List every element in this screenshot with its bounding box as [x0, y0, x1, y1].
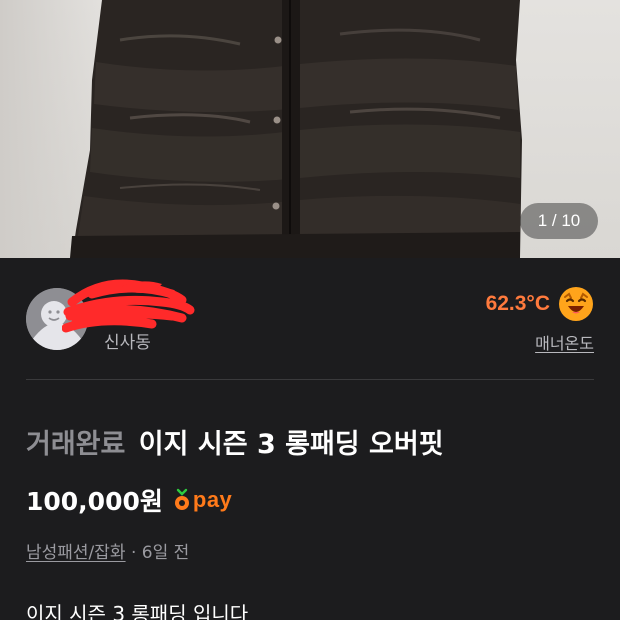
- smiling-face-icon: [559, 287, 593, 321]
- status-badge: 거래완료: [26, 429, 126, 460]
- divider: [26, 379, 594, 380]
- posted-time: 6일 전: [141, 543, 190, 563]
- manner-temperature[interactable]: 62.3°C 매너온도: [486, 286, 594, 354]
- manner-label-link[interactable]: 매너온도: [486, 330, 594, 354]
- seller-profile[interactable]: 신사동 62.3°C 매너온도: [0, 258, 620, 380]
- listing-content: 신사동 62.3°C 매너온도 거래완료 이지 시즌 3 롱패딩 오버핏 100…: [0, 258, 620, 620]
- price-row: 100,000원 pay: [26, 482, 232, 518]
- listing-meta: 남성패션/잡화 · 6일 전: [26, 538, 189, 563]
- temperature-value: 62.3°C: [485, 292, 550, 315]
- item-price: 100,000원: [26, 487, 163, 516]
- listing-title: 거래완료 이지 시즌 3 롱패딩 오버핏: [26, 422, 444, 461]
- pay-label: pay: [192, 487, 233, 512]
- item-title: 이지 시즌 3 롱패딩 오버핏: [138, 429, 444, 460]
- category-link[interactable]: 남성패션/잡화: [26, 543, 126, 563]
- meta-separator: ·: [125, 543, 142, 563]
- redaction-scribble: [62, 279, 195, 333]
- photo-counter: 1 / 10: [520, 203, 598, 239]
- item-description: 이지 시즌 3 롱패딩 입니다: [26, 602, 249, 620]
- carrot-icon: [174, 488, 189, 510]
- pay-badge: pay: [173, 487, 232, 513]
- product-photo[interactable]: 1 / 10: [0, 0, 620, 258]
